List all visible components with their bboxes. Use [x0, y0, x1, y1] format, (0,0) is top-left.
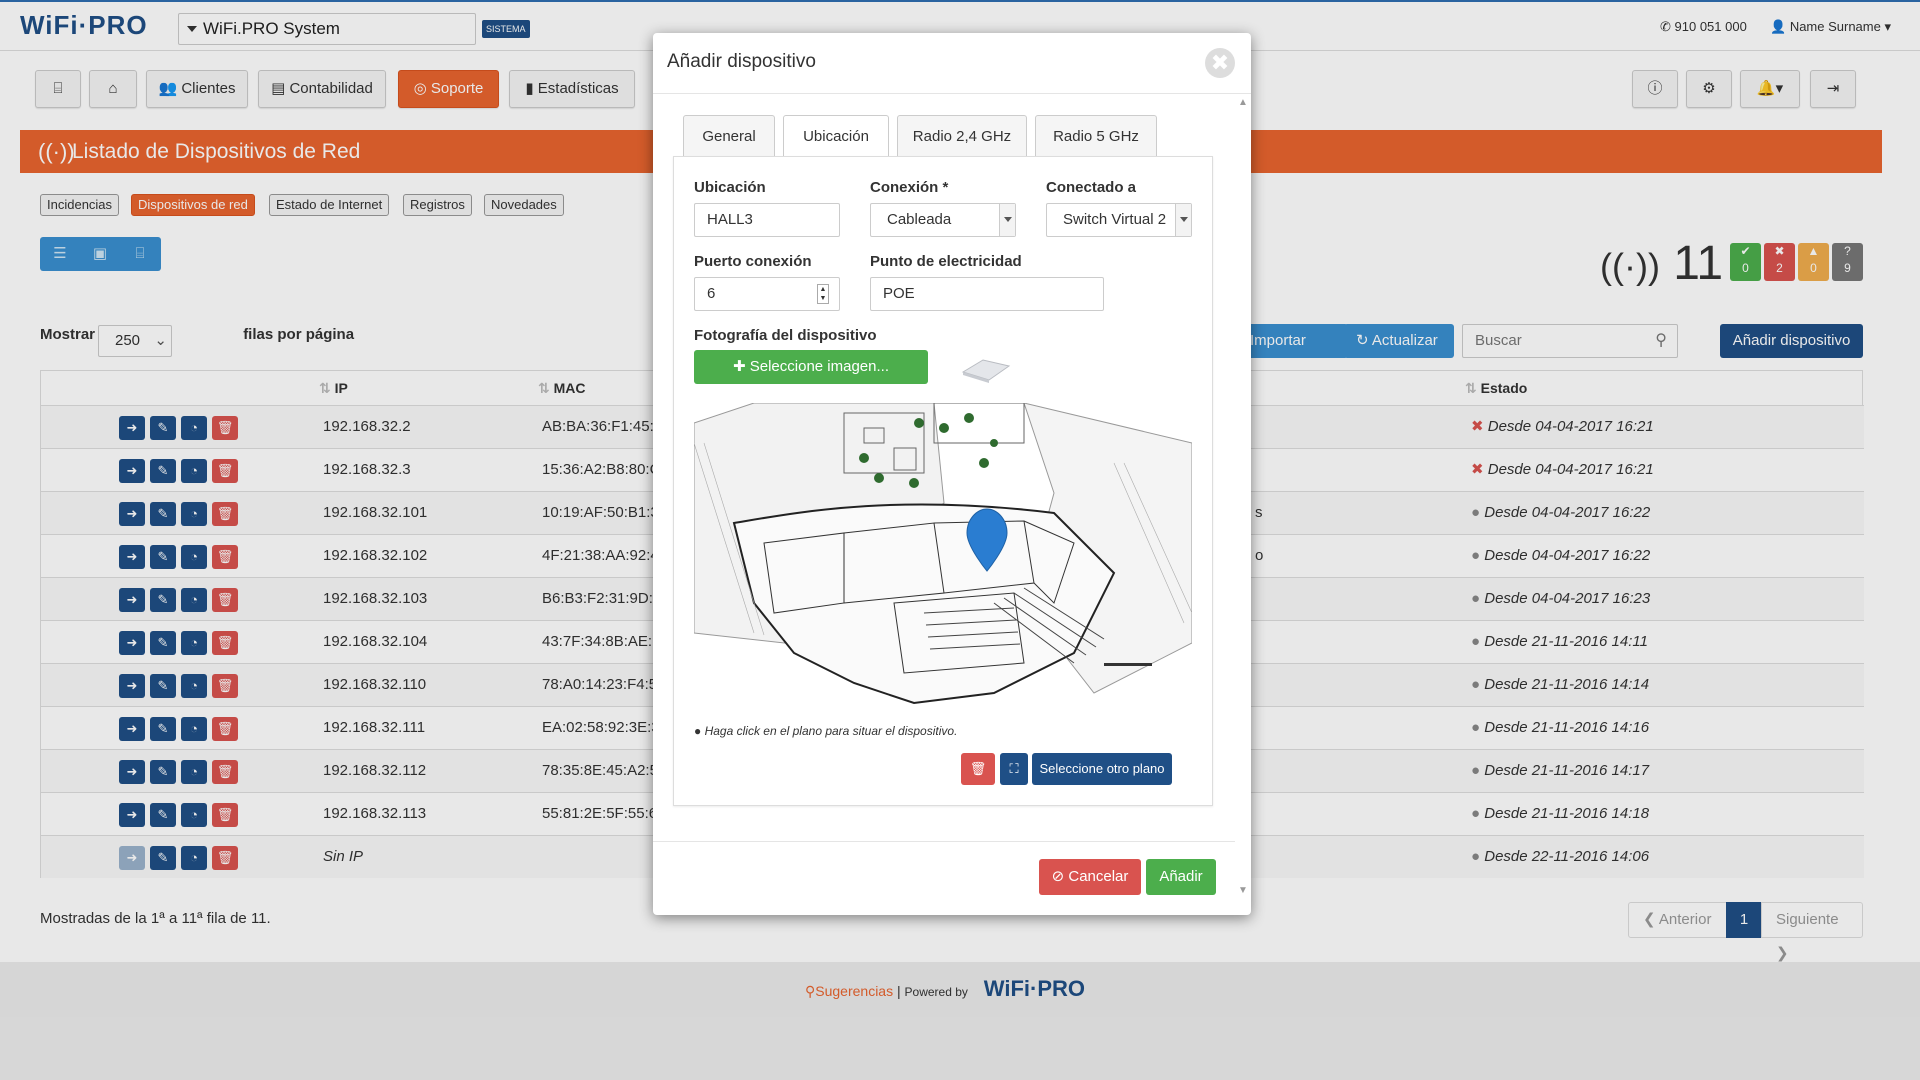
modal-title: Añadir dispositivo: [667, 51, 816, 72]
plan-hint-text: Haga click en el plano para situar el di…: [704, 724, 958, 738]
modal-scrollbar[interactable]: ▲ ▼: [1235, 95, 1249, 901]
spinner-icon[interactable]: ▲ ▼: [817, 284, 829, 304]
fullscreen-button[interactable]: ⛶: [1000, 753, 1028, 785]
cancel-label: Cancelar: [1068, 868, 1129, 885]
power-label: Punto de electricidad: [870, 253, 1022, 270]
select-image-label: Seleccione imagen...: [749, 358, 889, 375]
connection-label: Conexión *: [870, 179, 949, 196]
scroll-up-icon: ▲: [1238, 97, 1248, 108]
connection-select[interactable]: Cableada: [870, 203, 1016, 237]
cancel-button[interactable]: ⊘ Cancelar: [1039, 859, 1141, 895]
modal-header: Añadir dispositivo ✖: [653, 33, 1251, 94]
port-value: 6: [707, 285, 716, 302]
connected-to-value: Switch Virtual 2: [1063, 211, 1167, 228]
port-stepper[interactable]: 6 ▲ ▼: [694, 277, 840, 311]
trash-icon: 🗑: [969, 761, 987, 776]
scroll-down-icon: ▼: [1238, 885, 1248, 896]
chevron-down-icon: [1175, 204, 1191, 236]
plus-icon: ✚: [733, 358, 750, 375]
chevron-down-icon: [999, 204, 1015, 236]
close-icon[interactable]: ✖: [1205, 48, 1235, 78]
expand-icon: ⛶: [1009, 761, 1019, 776]
tab-radio-24[interactable]: Radio 2,4 GHz: [897, 115, 1027, 157]
connected-to-label: Conectado a: [1046, 179, 1137, 196]
select-image-button[interactable]: ✚ Seleccione imagen...: [694, 350, 928, 384]
floor-plan[interactable]: [694, 403, 1192, 714]
location-input[interactable]: HALL3: [694, 203, 840, 237]
ban-icon: ⊘: [1051, 868, 1069, 885]
select-other-plan-button[interactable]: Seleccione otro plano: [1032, 753, 1172, 785]
access-point-image: [961, 359, 1011, 383]
photo-label: Fotografía del dispositivo: [694, 327, 877, 344]
port-label: Puerto conexión: [694, 253, 812, 270]
connected-to-select[interactable]: Switch Virtual 2: [1046, 203, 1192, 237]
add-button[interactable]: Añadir: [1146, 859, 1216, 895]
delete-plan-button[interactable]: 🗑: [961, 753, 995, 785]
connection-value: Cableada: [887, 211, 952, 228]
info-icon: ●: [694, 724, 702, 738]
tab-location[interactable]: Ubicación: [783, 115, 889, 159]
tab-general[interactable]: General: [683, 115, 775, 157]
location-label: Ubicación: [694, 179, 766, 196]
modal-footer-divider: [653, 841, 1235, 842]
plan-hint: ● Haga click en el plano para situar el …: [694, 724, 957, 738]
power-input[interactable]: POE: [870, 277, 1104, 311]
add-device-modal: Añadir dispositivo ✖ ▲ ▼ General Ubicaci…: [653, 33, 1251, 915]
location-tab-pane: Ubicación HALL3 Conexión * Cableada Cone…: [673, 156, 1213, 806]
tab-radio-5[interactable]: Radio 5 GHz: [1035, 115, 1157, 157]
